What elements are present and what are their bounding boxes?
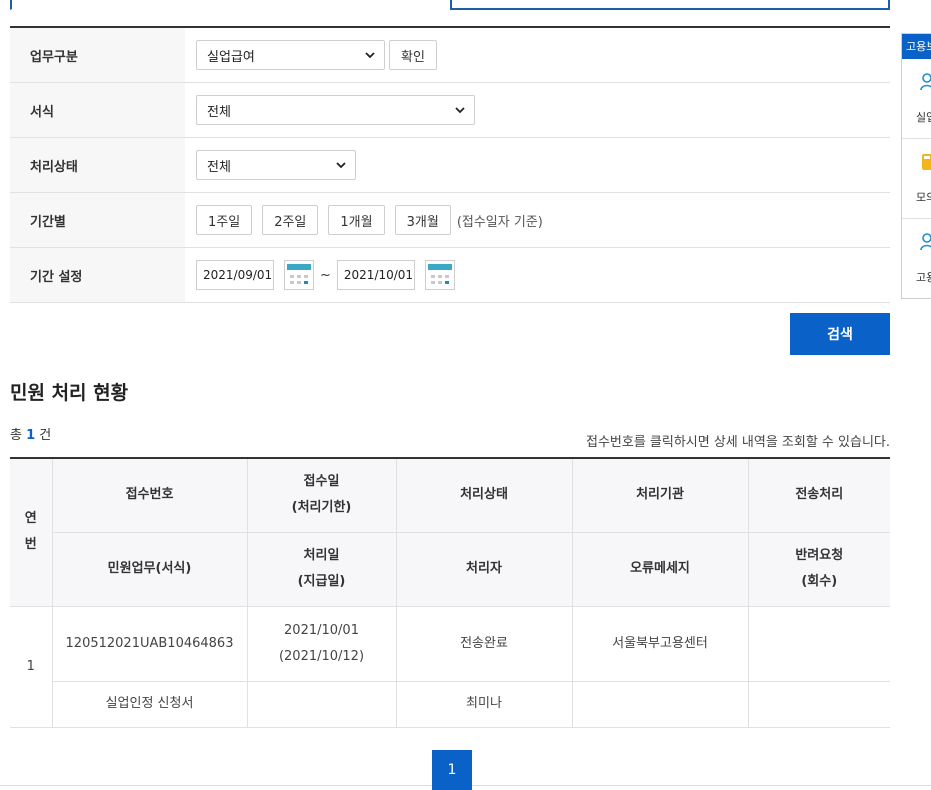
header-status: 처리상태: [396, 458, 573, 533]
period-1week-button[interactable]: 1주일: [196, 205, 253, 235]
header-agency: 처리기관: [572, 458, 749, 533]
handler: 최미나: [396, 681, 573, 728]
table-row: 실업인정 신청서 최미나: [10, 681, 890, 728]
row-range: 기간 설정 2021/09/01 ~ 2021/10/01: [10, 248, 890, 303]
status-label: 처리상태: [10, 138, 185, 192]
calendar-icon[interactable]: [284, 260, 314, 290]
row-status: 처리상태 전체: [10, 138, 890, 193]
error-message: [572, 681, 749, 728]
quick-menu-title: 고용보: [902, 34, 931, 59]
period-label: 기간별: [10, 193, 185, 247]
row-job-type: 업무구분 실업급여 확인: [10, 28, 890, 83]
total-count-number: 1: [26, 428, 36, 443]
form-label: 서식: [10, 83, 185, 137]
top-box-right: [450, 0, 890, 10]
period-2week-button[interactable]: 2주일: [262, 205, 319, 235]
agency: 서울북부고용센터: [572, 606, 749, 682]
period-3month-button[interactable]: 3개월: [394, 205, 451, 235]
chevron-down-icon: [336, 162, 346, 169]
result-table: 연 번 접수번호 접수일 (처리기한) 처리상태 처리기관 전송처리 민원업무(…: [10, 457, 890, 728]
header-receipt-date: 접수일 (처리기한): [247, 458, 397, 533]
range-label: 기간 설정: [10, 248, 185, 302]
confirm-button[interactable]: 확인: [389, 40, 437, 70]
search-button[interactable]: 검색: [790, 313, 890, 355]
header-transfer: 전송처리: [748, 458, 890, 533]
receipt-date: 2021/10/01 (2021/10/12): [247, 606, 397, 682]
row-form: 서식 전체: [10, 83, 890, 138]
status-select[interactable]: 전체: [196, 150, 356, 180]
row-index: 1: [10, 606, 53, 728]
page-button-current[interactable]: 1: [432, 750, 472, 790]
quick-menu-item[interactable]: 고용: [902, 219, 931, 299]
row-period: 기간별 1주일 2주일 1개월 3개월 (접수일자 기준): [10, 193, 890, 248]
header-return-request: 반려요청 (회수): [748, 532, 890, 607]
calendar-icon[interactable]: [424, 260, 455, 290]
quick-menu-panel: 고용보 실업 모의 고용: [901, 33, 931, 299]
top-box-left: [10, 0, 444, 10]
processed-date: [247, 681, 397, 728]
table-header-row: 민원업무(서식) 처리일 (지급일) 처리자 오류메세지 반려요청 (회수): [10, 532, 890, 607]
table-notice: 접수번호를 클릭하시면 상세 내역을 조회할 수 있습니다.: [585, 435, 890, 450]
index-header: 연 번: [10, 458, 53, 607]
header-task: 민원업무(서식): [52, 532, 248, 607]
table-header-row: 연 번 접수번호 접수일 (처리기한) 처리상태 처리기관 전송처리: [10, 458, 890, 607]
period-1month-button[interactable]: 1개월: [328, 205, 385, 235]
header-receipt-no: 접수번호: [52, 458, 248, 533]
start-date-input[interactable]: 2021/09/01: [196, 260, 274, 290]
header-processed-date: 처리일 (지급일): [247, 532, 397, 607]
quick-menu-item[interactable]: 실업: [902, 59, 931, 139]
chevron-down-icon: [365, 52, 375, 59]
transfer: [748, 606, 890, 682]
chevron-down-icon: [455, 107, 465, 114]
person-icon: [920, 233, 931, 251]
job-type-label: 업무구분: [10, 28, 185, 82]
header-handler: 처리자: [396, 532, 573, 607]
task: 실업인정 신청서: [52, 681, 248, 728]
header-error: 오류메세지: [572, 532, 749, 607]
receipt-no-link[interactable]: 120512021UAB10464863: [52, 606, 248, 682]
quick-menu-item[interactable]: 모의: [902, 139, 931, 219]
period-hint: (접수일자 기준): [456, 214, 543, 230]
table-row: 1 120512021UAB10464863 2021/10/01 (2021/…: [10, 606, 890, 728]
search-form: 업무구분 실업급여 확인 서식 전체 처리상태 전체 기간별 1주일 2주일 1…: [10, 26, 890, 303]
person-icon: [920, 73, 931, 91]
job-type-select[interactable]: 실업급여: [196, 40, 385, 70]
status: 전송완료: [396, 606, 573, 682]
end-date-input[interactable]: 2021/10/01: [336, 260, 415, 290]
calculator-icon: [922, 154, 931, 170]
total-count: 총 1 건: [10, 428, 52, 443]
range-tilde: ~: [320, 267, 331, 283]
form-select[interactable]: 전체: [196, 95, 475, 125]
section-title: 민원 처리 현황: [10, 382, 129, 404]
return-request: [748, 681, 890, 728]
